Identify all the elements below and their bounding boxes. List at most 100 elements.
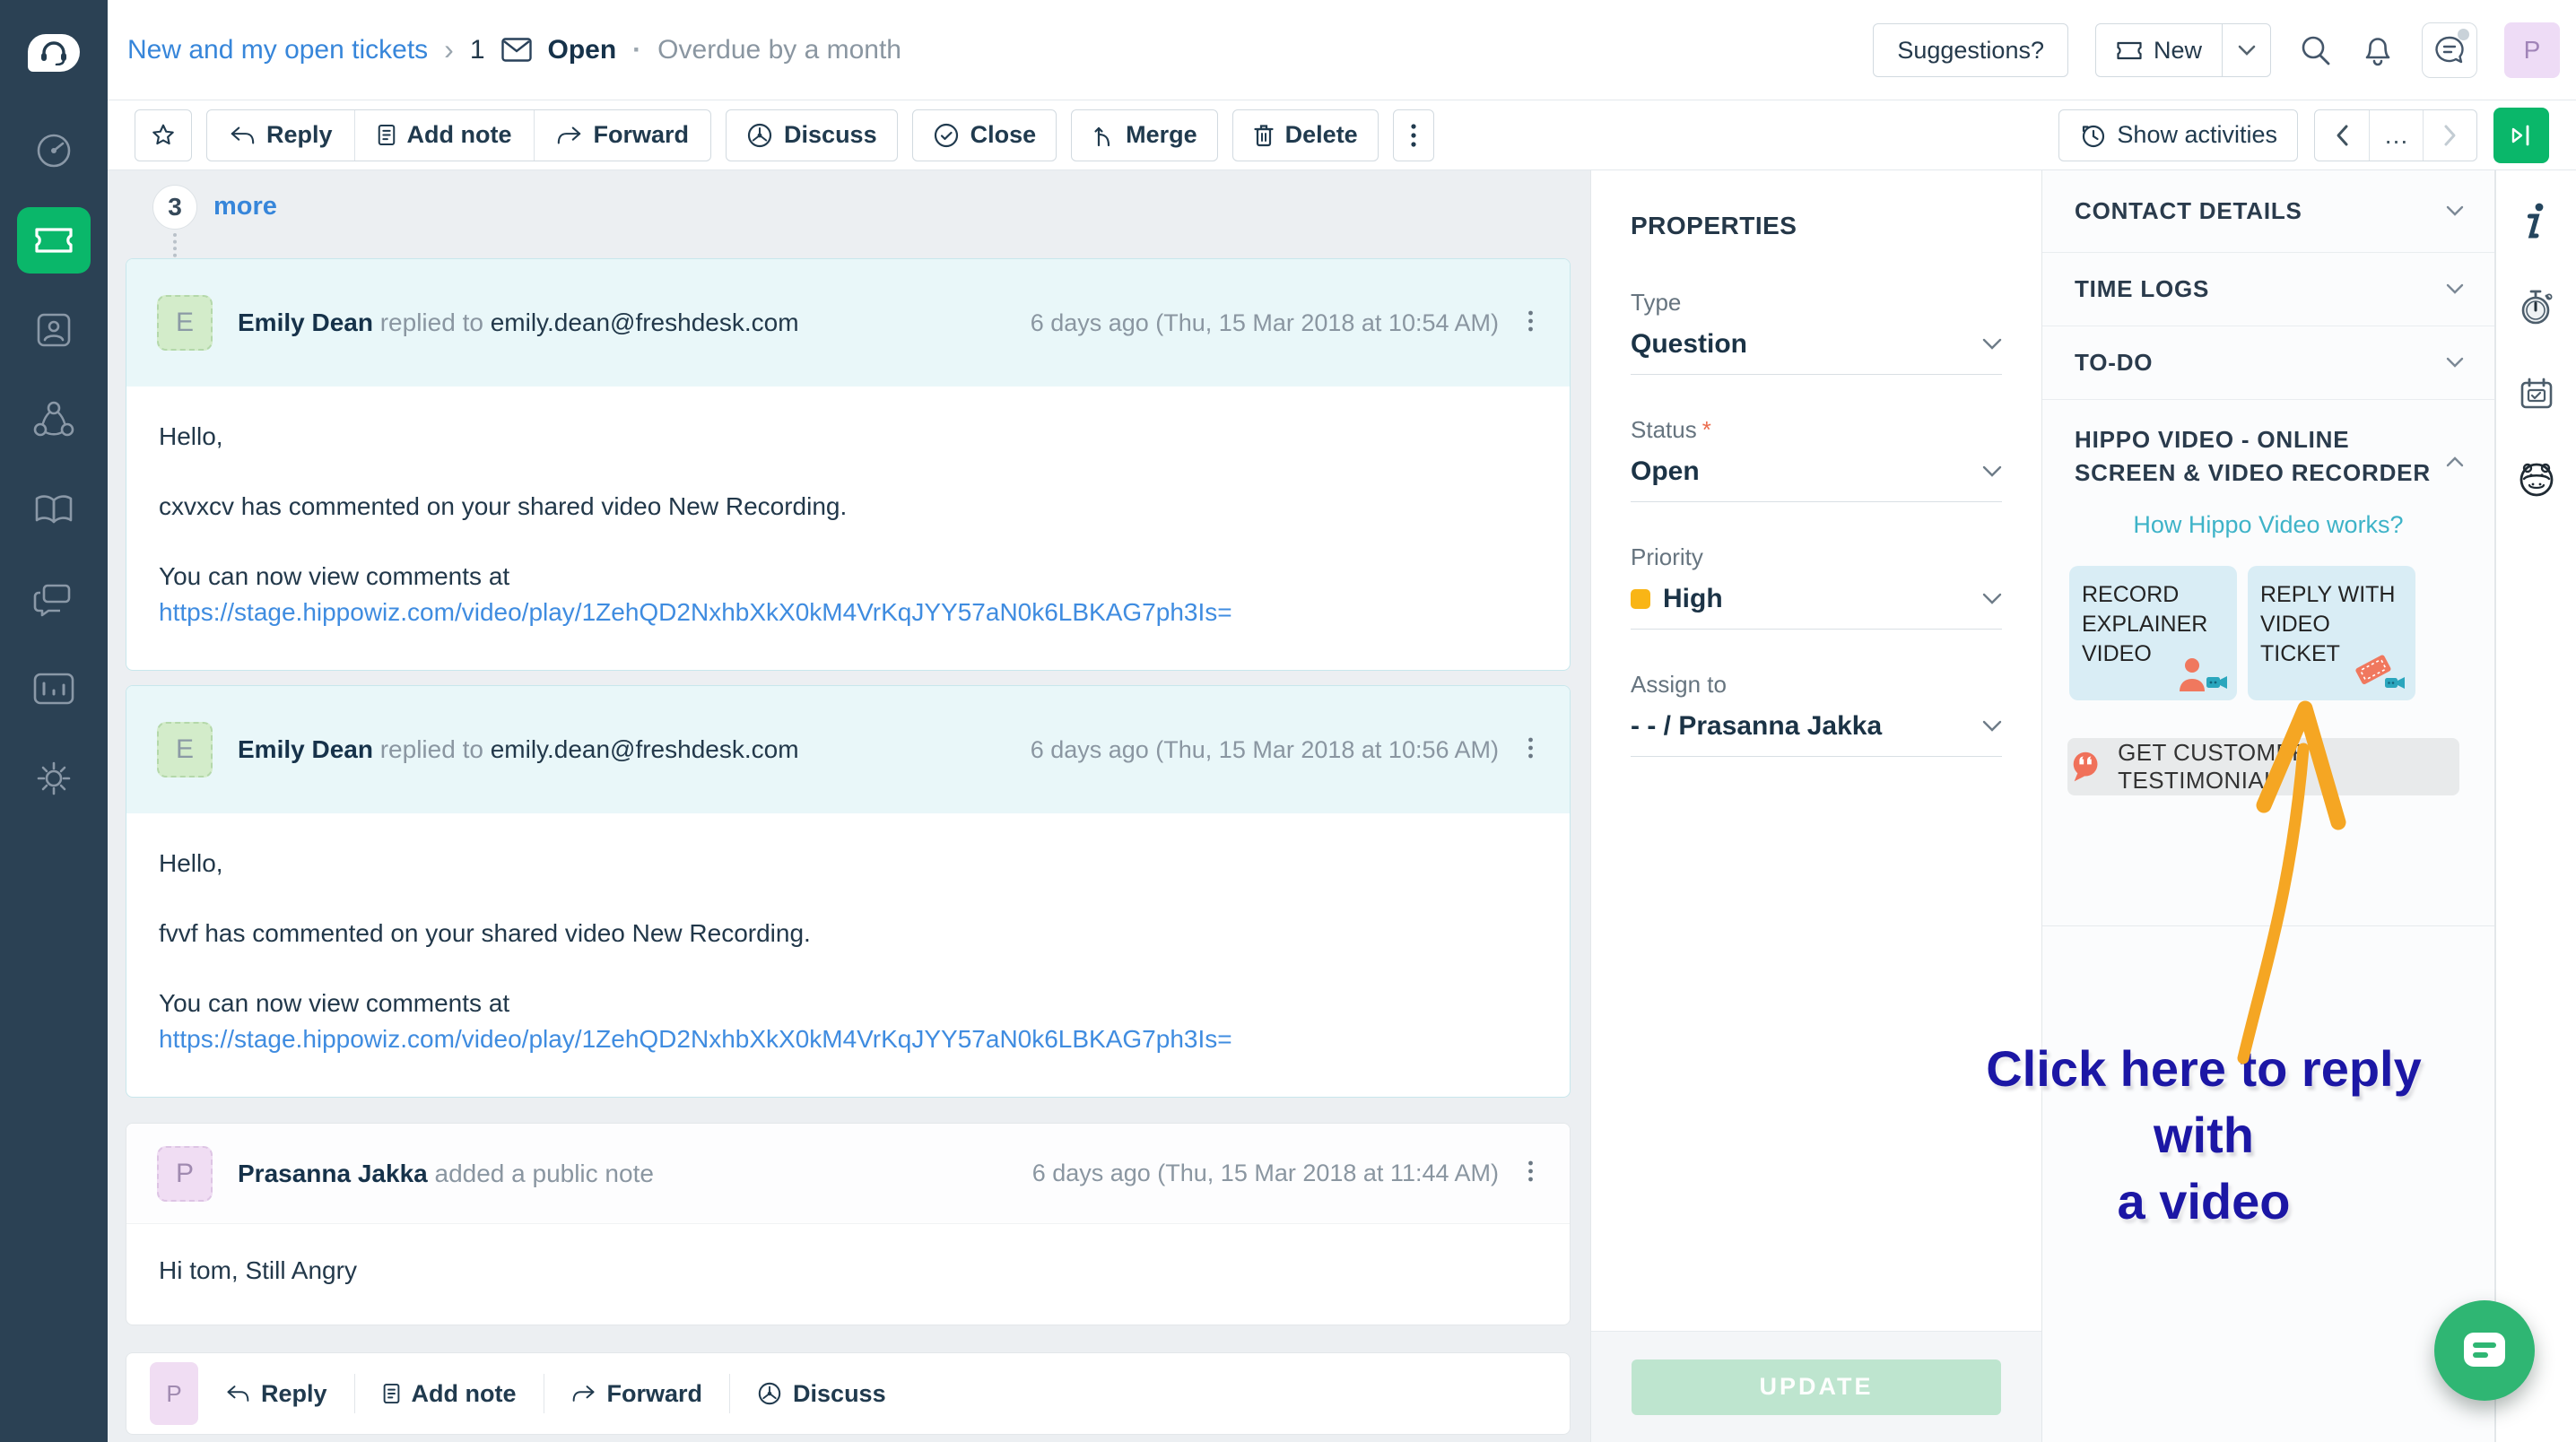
priority-select[interactable]: High	[1631, 584, 2002, 630]
star-icon	[150, 122, 177, 149]
todo-label: TO-DO	[2075, 349, 2153, 377]
headset-icon	[39, 40, 69, 65]
contact-details-label: CONTACT DETAILS	[2075, 197, 2302, 225]
hippo-video-tab[interactable]	[2517, 454, 2556, 506]
person-video-icon	[2174, 656, 2228, 693]
freshdesk-logo[interactable]	[0, 0, 108, 106]
body-line: You can now view comments at https://sta…	[159, 559, 1537, 630]
sender-name[interactable]: Prasanna Jakka	[238, 1160, 428, 1187]
collapse-panel-button[interactable]	[2493, 108, 2549, 163]
status-select[interactable]: Open	[1631, 456, 2002, 502]
discuss-icon	[757, 1381, 782, 1406]
contact-info-tab[interactable]	[2528, 195, 2546, 248]
status-label-text: Status	[1631, 416, 1697, 443]
recipient-email[interactable]: emily.dean@freshdesk.com	[491, 308, 799, 336]
message-menu-button[interactable]	[1522, 303, 1539, 343]
record-explainer-button[interactable]: RECORD EXPLAINER VIDEO	[2069, 566, 2237, 700]
time-logs-label: TIME LOGS	[2075, 275, 2209, 303]
type-select[interactable]: Question	[1631, 329, 2002, 375]
priority-label: Priority	[1631, 543, 2002, 571]
delete-button[interactable]: Delete	[1232, 109, 1379, 161]
reply-button[interactable]: Reply	[207, 110, 354, 161]
todo-section[interactable]: TO-DO	[2042, 326, 2494, 400]
pager-more-button[interactable]: …	[2369, 110, 2423, 161]
breadcrumb-separator: ›	[444, 33, 454, 66]
chevron-down-icon	[2446, 357, 2464, 369]
show-activities-button[interactable]: Show activities	[2058, 109, 2298, 161]
add-note-button[interactable]: Add note	[354, 110, 534, 161]
sidebar-item-analytics[interactable]	[0, 644, 108, 734]
update-button[interactable]: UPDATE	[1632, 1359, 2001, 1415]
reply-button[interactable]: Reply	[198, 1380, 354, 1408]
new-ticket-caret[interactable]	[2222, 24, 2270, 76]
sidebar-item-contacts[interactable]	[0, 285, 108, 375]
message-menu-button[interactable]	[1522, 1153, 1539, 1194]
merge-button[interactable]: Merge	[1071, 109, 1218, 161]
discuss-button[interactable]: Discuss	[730, 1380, 913, 1408]
assign-select[interactable]: - - / Prasanna Jakka	[1631, 711, 2002, 757]
sidebar-item-companies[interactable]	[0, 375, 108, 465]
new-ticket-split-button[interactable]: New	[2095, 23, 2271, 77]
time-logs-section[interactable]: TIME LOGS	[2042, 253, 2494, 326]
chevron-down-icon	[2446, 205, 2464, 217]
message-header: E Emily Dean replied to emily.dean@fresh…	[126, 686, 1570, 813]
reply-icon	[229, 125, 256, 146]
sender-name[interactable]: Emily Dean	[238, 735, 373, 763]
breadcrumb-view-link[interactable]: New and my open tickets	[127, 35, 428, 65]
sidebar-item-solutions[interactable]	[0, 465, 108, 554]
avatar: E	[157, 295, 213, 351]
type-field: Type Question	[1631, 289, 2002, 375]
message-menu-button[interactable]	[1522, 730, 1539, 770]
todo-tab[interactable]	[2519, 368, 2554, 420]
reply-with-video-button[interactable]: REPLY WITH VIDEO TICKET	[2248, 566, 2415, 700]
recipient-email[interactable]: emily.dean@freshdesk.com	[491, 735, 799, 763]
star-button[interactable]	[135, 109, 192, 161]
avatar-initial: P	[166, 1380, 181, 1408]
show-more-link[interactable]: more	[213, 192, 277, 222]
dot-separator: ·	[632, 35, 641, 65]
new-ticket-button[interactable]: New	[2096, 24, 2222, 76]
kebab-icon	[1527, 735, 1534, 760]
add-note-button[interactable]: Add note	[355, 1380, 544, 1408]
more-actions-button[interactable]	[1393, 109, 1434, 161]
tickets-active-tile	[17, 207, 91, 274]
discuss-button[interactable]: Discuss	[726, 109, 898, 161]
search-button[interactable]	[2298, 32, 2334, 68]
quote-bubble-icon	[2067, 749, 2103, 785]
profile-avatar[interactable]: P	[2504, 22, 2560, 78]
collapsed-count-badge[interactable]: 3	[152, 185, 197, 230]
sidebar-item-dashboard[interactable]	[0, 106, 108, 195]
search-icon	[2298, 32, 2334, 68]
get-customer-testimonial-button[interactable]: GET CUSTOMER TESTIMONIAL	[2067, 738, 2459, 795]
notifications-button[interactable]	[2361, 32, 2395, 68]
chevron-up-icon	[2446, 456, 2464, 467]
sidebar-item-forums[interactable]	[0, 554, 108, 644]
message-card: E Emily Dean replied to emily.dean@fresh…	[126, 685, 1571, 1098]
sender-name[interactable]: Emily Dean	[238, 308, 373, 336]
next-ticket-button[interactable]	[2423, 110, 2476, 161]
whats-new-button[interactable]	[2422, 22, 2477, 78]
message-who: Prasanna Jakka added a public note	[238, 1160, 654, 1188]
contact-details-section[interactable]: CONTACT DETAILS	[2042, 170, 2494, 253]
close-button[interactable]: Close	[912, 109, 1057, 161]
forward-button[interactable]: Forward	[544, 1380, 730, 1408]
dashboard-gauge-icon	[33, 130, 74, 171]
sidebar-item-tickets[interactable]	[0, 195, 108, 285]
previous-ticket-button[interactable]	[2315, 110, 2369, 161]
how-hippo-works-link[interactable]: How Hippo Video works?	[2042, 511, 2494, 539]
forward-label: Forward	[594, 121, 690, 149]
video-link[interactable]: https://stage.hippowiz.com/video/play/1Z…	[159, 598, 1232, 626]
forward-button[interactable]: Forward	[534, 110, 711, 161]
ellipsis-icon: …	[2384, 121, 2409, 150]
divider	[2042, 925, 2494, 926]
chat-bubble-icon	[2460, 1329, 2509, 1372]
merge-icon	[1092, 123, 1115, 148]
sidebar-item-admin[interactable]	[0, 734, 108, 823]
suggestions-button[interactable]: Suggestions?	[1873, 23, 2068, 77]
reply-group: Reply Add note Forward	[206, 109, 711, 161]
live-chat-widget-button[interactable]	[2434, 1300, 2535, 1401]
hippo-video-section[interactable]: HIPPO VIDEO - ONLINE SCREEN & VIDEO RECO…	[2042, 400, 2494, 490]
video-link[interactable]: https://stage.hippowiz.com/video/play/1Z…	[159, 1025, 1232, 1053]
ticket-icon	[33, 225, 74, 256]
time-logs-tab[interactable]	[2519, 282, 2554, 334]
